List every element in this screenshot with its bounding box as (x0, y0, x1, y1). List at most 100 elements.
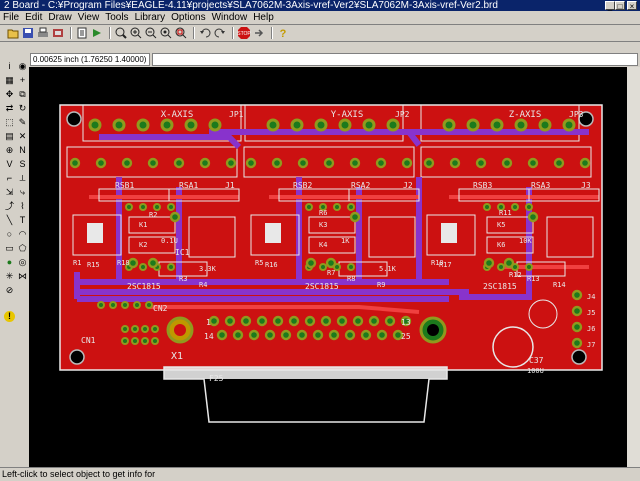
menu-window[interactable]: Window (209, 11, 251, 24)
maximize-button[interactable]: □ (615, 1, 625, 11)
route-icon[interactable]: ⤷ (16, 186, 29, 199)
polygon-icon[interactable]: ⬠ (16, 242, 29, 255)
optimize-icon[interactable]: ⇲ (3, 186, 16, 199)
pad (497, 263, 505, 271)
group-icon[interactable]: ⬚ (3, 116, 16, 129)
mark-icon[interactable]: + (16, 74, 29, 87)
pad (352, 315, 364, 327)
pad (232, 329, 244, 341)
board-canvas[interactable]: X-AXIS Y-AXIS Z-AXIS JP1 JP2 JP3 J1 J2 J… (29, 67, 627, 467)
hole-icon[interactable]: ◎ (16, 256, 29, 269)
menu-options[interactable]: Options (168, 11, 208, 24)
run-icon[interactable] (90, 26, 104, 40)
rsb1-label: RSB1 (115, 181, 134, 190)
pad (490, 118, 504, 132)
menu-help[interactable]: Help (250, 11, 277, 24)
pad (511, 203, 519, 211)
help-icon[interactable]: ? (276, 26, 290, 40)
cn1-label: CN1 (81, 336, 96, 345)
add-icon[interactable]: ⊕ (3, 144, 16, 157)
undo-icon[interactable] (198, 26, 212, 40)
menu-library[interactable]: Library (132, 11, 169, 24)
menu-tools[interactable]: Tools (102, 11, 131, 24)
go-icon[interactable] (252, 26, 266, 40)
pad (272, 315, 284, 327)
vertical-scrollbar[interactable] (627, 67, 640, 467)
script-icon[interactable] (75, 26, 89, 40)
print-icon[interactable] (36, 26, 50, 40)
pad (375, 157, 387, 169)
erc-icon[interactable]: ⊘ (3, 284, 16, 297)
circle-icon[interactable]: ○ (3, 228, 16, 241)
pad (475, 157, 487, 169)
ratsnest-icon[interactable]: ✳ (3, 270, 16, 283)
pad (121, 337, 129, 345)
command-line-input[interactable] (152, 53, 638, 66)
pad (112, 118, 126, 132)
display-icon[interactable]: ▦ (3, 74, 16, 87)
miter-icon[interactable]: ⌐ (3, 172, 16, 185)
signal-icon[interactable]: ⌇ (16, 200, 29, 213)
move-icon[interactable]: ✥ (3, 88, 16, 101)
stop-tool-icon[interactable]: ! (3, 310, 16, 323)
text-icon[interactable]: T (16, 214, 29, 227)
resistor-label: R1 (73, 259, 81, 267)
pad (95, 157, 107, 169)
autorouter-icon[interactable]: ⋈ (16, 270, 29, 283)
resistor-label: R4 (199, 281, 207, 289)
menu-edit[interactable]: Edit (22, 11, 45, 24)
pad (333, 203, 341, 211)
copy-icon[interactable]: ⧉ (16, 88, 29, 101)
redo-icon[interactable] (213, 26, 227, 40)
zoom-out-icon[interactable] (144, 26, 158, 40)
ripup-icon[interactable]: ⤴ (3, 200, 16, 213)
pin14-label: 14 (204, 332, 214, 341)
paste-icon[interactable]: ▤ (3, 130, 16, 143)
show-icon[interactable]: ◉ (16, 60, 29, 73)
mirror-icon[interactable]: ⇄ (3, 102, 16, 115)
transistor-1-label: 2SC1815 (127, 282, 161, 291)
open-icon[interactable] (6, 26, 20, 40)
change-icon[interactable]: ✎ (16, 116, 29, 129)
info-icon[interactable]: i (3, 60, 16, 73)
pad (571, 337, 583, 349)
zoom-fit-icon[interactable] (114, 26, 128, 40)
smash-icon[interactable]: S (16, 158, 29, 171)
side-label-j6: J6 (587, 325, 595, 333)
close-button[interactable]: × (627, 1, 637, 11)
k-label: K5 (497, 221, 505, 229)
pad (323, 157, 335, 169)
cam-icon[interactable] (51, 26, 65, 40)
pin1-label: 1 (206, 318, 211, 327)
delete-icon[interactable]: ✕ (16, 130, 29, 143)
resistor-label: R3 (179, 275, 187, 283)
menu-file[interactable]: File (0, 11, 22, 24)
pad (127, 257, 139, 269)
coordinate-bar: 0.00625 inch (1.76250 1.40000) (0, 52, 640, 66)
minimize-button[interactable]: _ (605, 1, 615, 11)
pad (527, 157, 539, 169)
rect-icon[interactable]: ▭ (3, 242, 16, 255)
name-icon[interactable]: N (16, 144, 29, 157)
pad (136, 118, 150, 132)
zoom-in-icon[interactable] (129, 26, 143, 40)
j3-label: J3 (581, 181, 591, 190)
split-icon[interactable]: ⟂ (16, 172, 29, 185)
zoom-redraw-icon[interactable] (159, 26, 173, 40)
resistor-label: R5 (255, 259, 263, 267)
pad (151, 325, 159, 333)
rotate-icon[interactable]: ↻ (16, 102, 29, 115)
pad (344, 329, 356, 341)
wire-icon[interactable]: ╲ (3, 214, 16, 227)
menu-view[interactable]: View (75, 11, 103, 24)
menu-draw[interactable]: Draw (45, 11, 74, 24)
stop-icon[interactable]: STOP (237, 26, 251, 40)
via-icon[interactable]: ● (3, 256, 16, 269)
pad (296, 329, 308, 341)
save-icon[interactable] (21, 26, 35, 40)
pad (248, 329, 260, 341)
arc-icon[interactable]: ◠ (16, 228, 29, 241)
pad (167, 263, 175, 271)
value-icon[interactable]: V (3, 158, 16, 171)
zoom-select-icon[interactable] (174, 26, 188, 40)
